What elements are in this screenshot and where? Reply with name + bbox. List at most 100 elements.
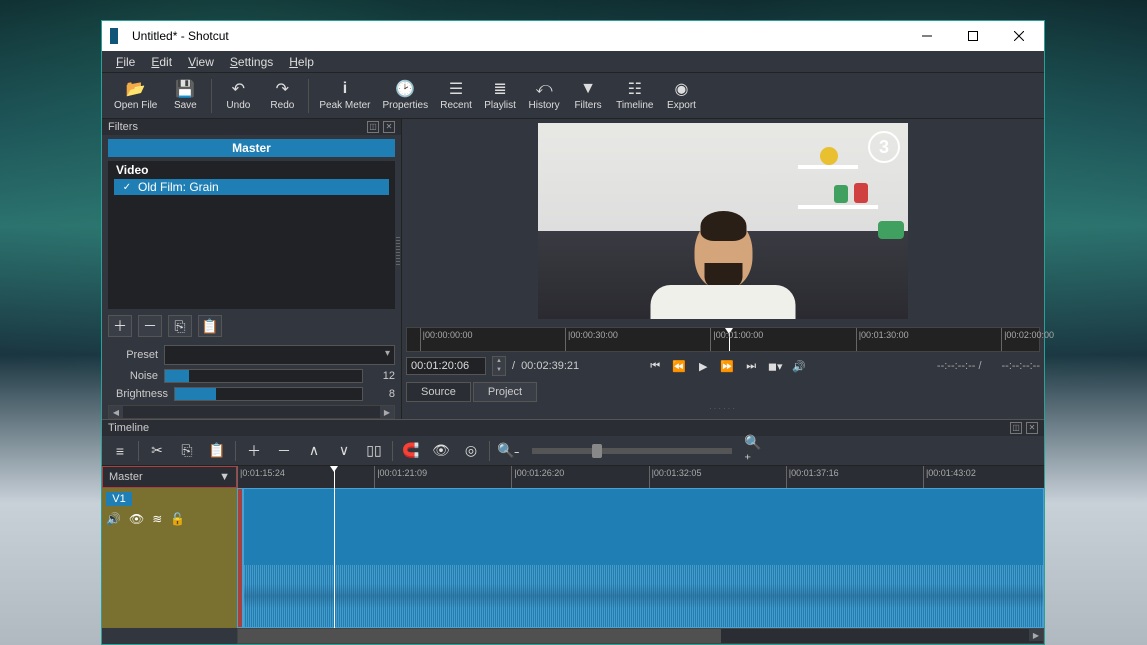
- timeline-clip[interactable]: [243, 488, 1044, 628]
- mute-icon[interactable]: 🔊: [106, 512, 121, 526]
- timeline-close-icon[interactable]: ✕: [1026, 422, 1038, 434]
- remove-button[interactable]: －: [272, 439, 296, 463]
- overwrite-button[interactable]: ∨: [332, 439, 356, 463]
- filters-master-button[interactable]: Master: [108, 139, 395, 157]
- fast-forward-button[interactable]: ⏩: [717, 356, 737, 376]
- total-timecode: 00:02:39:21: [521, 360, 579, 372]
- split-button[interactable]: ▯▯: [362, 439, 386, 463]
- close-button[interactable]: [996, 21, 1042, 51]
- hide-icon[interactable]: 👁: [129, 512, 144, 526]
- paste-filter-button[interactable]: 📋: [198, 315, 222, 337]
- source-tab[interactable]: Source: [406, 382, 471, 402]
- timeline-ruler[interactable]: |0:01:15:24|00:01:21:09|00:01:26:20|00:0…: [237, 466, 1044, 488]
- noise-label: Noise: [108, 370, 158, 382]
- remove-filter-button[interactable]: －: [138, 315, 162, 337]
- timecode-spinner[interactable]: ▲▼: [492, 356, 506, 376]
- menu-help[interactable]: Help: [281, 53, 322, 71]
- ripple-button[interactable]: ◎: [459, 439, 483, 463]
- minimize-button[interactable]: [904, 21, 950, 51]
- video-filters-header: Video: [108, 161, 395, 179]
- cut-button[interactable]: ✂: [145, 439, 169, 463]
- redo-button[interactable]: ↷Redo: [260, 78, 304, 113]
- timeline-master-head[interactable]: Master ▼: [102, 466, 237, 488]
- filters-panel: Filters ◫ ✕ Master Video ✓ Old Film: Gra…: [102, 119, 402, 419]
- export-button[interactable]: ◉Export: [660, 78, 704, 113]
- window-title: Untitled* - Shotcut: [132, 29, 904, 43]
- zoom-slider[interactable]: [532, 448, 732, 454]
- copy-filter-button[interactable]: ⎘: [168, 315, 192, 337]
- preview-panel: 3 |00:00:00:00|00:00:30:00|00:01:00:00|0…: [402, 119, 1044, 419]
- project-tab[interactable]: Project: [473, 382, 537, 402]
- composite-icon[interactable]: ≋: [152, 512, 162, 526]
- panel-undock-icon[interactable]: ◫: [367, 121, 379, 133]
- append-button[interactable]: ＋: [242, 439, 266, 463]
- scrub-button[interactable]: 👁: [429, 439, 453, 463]
- history-button[interactable]: ⤺History: [522, 78, 566, 113]
- undo-button[interactable]: ↶Undo: [216, 78, 260, 113]
- peak-meter-button[interactable]: iPeak Meter: [313, 78, 376, 113]
- menu-settings[interactable]: Settings: [222, 53, 281, 71]
- properties-button[interactable]: 🕑Properties: [377, 78, 435, 113]
- lock-icon[interactable]: 🔓: [170, 512, 185, 526]
- playlist-button[interactable]: ≣Playlist: [478, 78, 522, 113]
- preset-label: Preset: [108, 349, 158, 361]
- current-timecode-input[interactable]: [406, 357, 486, 375]
- zoom-toggle-button[interactable]: ◼▾: [765, 356, 785, 376]
- filter-item[interactable]: ✓ Old Film: Grain: [114, 179, 389, 195]
- in-point-display: --:--:--:-- /: [937, 360, 982, 372]
- timeline-hscroll[interactable]: ◀▶: [237, 628, 1044, 644]
- brightness-label: Brightness: [108, 388, 168, 400]
- noise-value: 12: [369, 370, 395, 382]
- brightness-slider[interactable]: [174, 387, 363, 401]
- save-button[interactable]: 💾Save: [163, 78, 207, 113]
- video-preview[interactable]: 3: [538, 123, 908, 319]
- brand-logo-icon: 3: [868, 131, 900, 163]
- skip-end-button[interactable]: ⏭: [741, 356, 761, 376]
- play-button[interactable]: ▶: [693, 356, 713, 376]
- preview-ruler[interactable]: |00:00:00:00|00:00:30:00|00:01:00:00|00:…: [406, 327, 1040, 352]
- filter-icon: ▼: [219, 471, 230, 483]
- zoom-out-button[interactable]: 🔍˗: [496, 439, 520, 463]
- app-icon: [110, 28, 126, 44]
- waveform: [244, 565, 1043, 627]
- menu-view[interactable]: View: [180, 53, 222, 71]
- menu-file[interactable]: File: [108, 53, 143, 71]
- noise-slider[interactable]: [164, 369, 363, 383]
- timeline-menu-button[interactable]: ≡: [108, 439, 132, 463]
- volume-button[interactable]: 🔊: [789, 356, 809, 376]
- track-header-v1[interactable]: V1 🔊 👁 ≋ 🔓: [102, 488, 237, 628]
- maximize-button[interactable]: [950, 21, 996, 51]
- zoom-in-button[interactable]: 🔍⁺: [744, 439, 768, 463]
- filters-button[interactable]: ▼Filters: [566, 78, 610, 113]
- lift-button[interactable]: ∧: [302, 439, 326, 463]
- filter-name: Old Film: Grain: [138, 180, 219, 194]
- timecode-separator: /: [512, 360, 515, 372]
- main-toolbar: 📂Open File 💾Save ↶Undo ↷Redo iPeak Meter…: [102, 73, 1044, 119]
- menu-bar: File Edit View Settings Help: [102, 51, 1044, 73]
- brightness-value: 8: [369, 388, 395, 400]
- timeline-panel: Timeline ◫ ✕ ≡ ✂ ⎘ 📋 ＋ － ∧ ∨ ▯▯ 🧲: [102, 419, 1044, 644]
- out-point-display: --:--:--:--: [1002, 360, 1040, 372]
- timeline-button[interactable]: ☷Timeline: [610, 78, 659, 113]
- snap-button[interactable]: 🧲: [399, 439, 423, 463]
- timeline-undock-icon[interactable]: ◫: [1010, 422, 1022, 434]
- filter-enabled-check[interactable]: ✓: [122, 182, 132, 192]
- filters-panel-title: Filters: [108, 121, 138, 133]
- menu-edit[interactable]: Edit: [143, 53, 180, 71]
- skip-start-button[interactable]: ⏮: [645, 356, 665, 376]
- preset-dropdown[interactable]: [164, 345, 395, 365]
- timeline-panel-title: Timeline: [108, 422, 149, 434]
- recent-button[interactable]: ☰Recent: [434, 78, 478, 113]
- copy-button[interactable]: ⎘: [175, 439, 199, 463]
- filters-hscroll[interactable]: ◀▶: [108, 405, 395, 419]
- panel-drag-handle[interactable]: ······: [406, 402, 1040, 415]
- panel-close-icon[interactable]: ✕: [383, 121, 395, 133]
- open-file-button[interactable]: 📂Open File: [108, 78, 163, 113]
- title-bar: Untitled* - Shotcut: [102, 21, 1044, 51]
- paste-button[interactable]: 📋: [205, 439, 229, 463]
- add-filter-button[interactable]: ＋: [108, 315, 132, 337]
- timeline-playhead[interactable]: [334, 466, 335, 628]
- track-label: V1: [106, 492, 132, 506]
- rewind-button[interactable]: ⏪: [669, 356, 689, 376]
- panel-resize-handle[interactable]: [396, 235, 400, 265]
